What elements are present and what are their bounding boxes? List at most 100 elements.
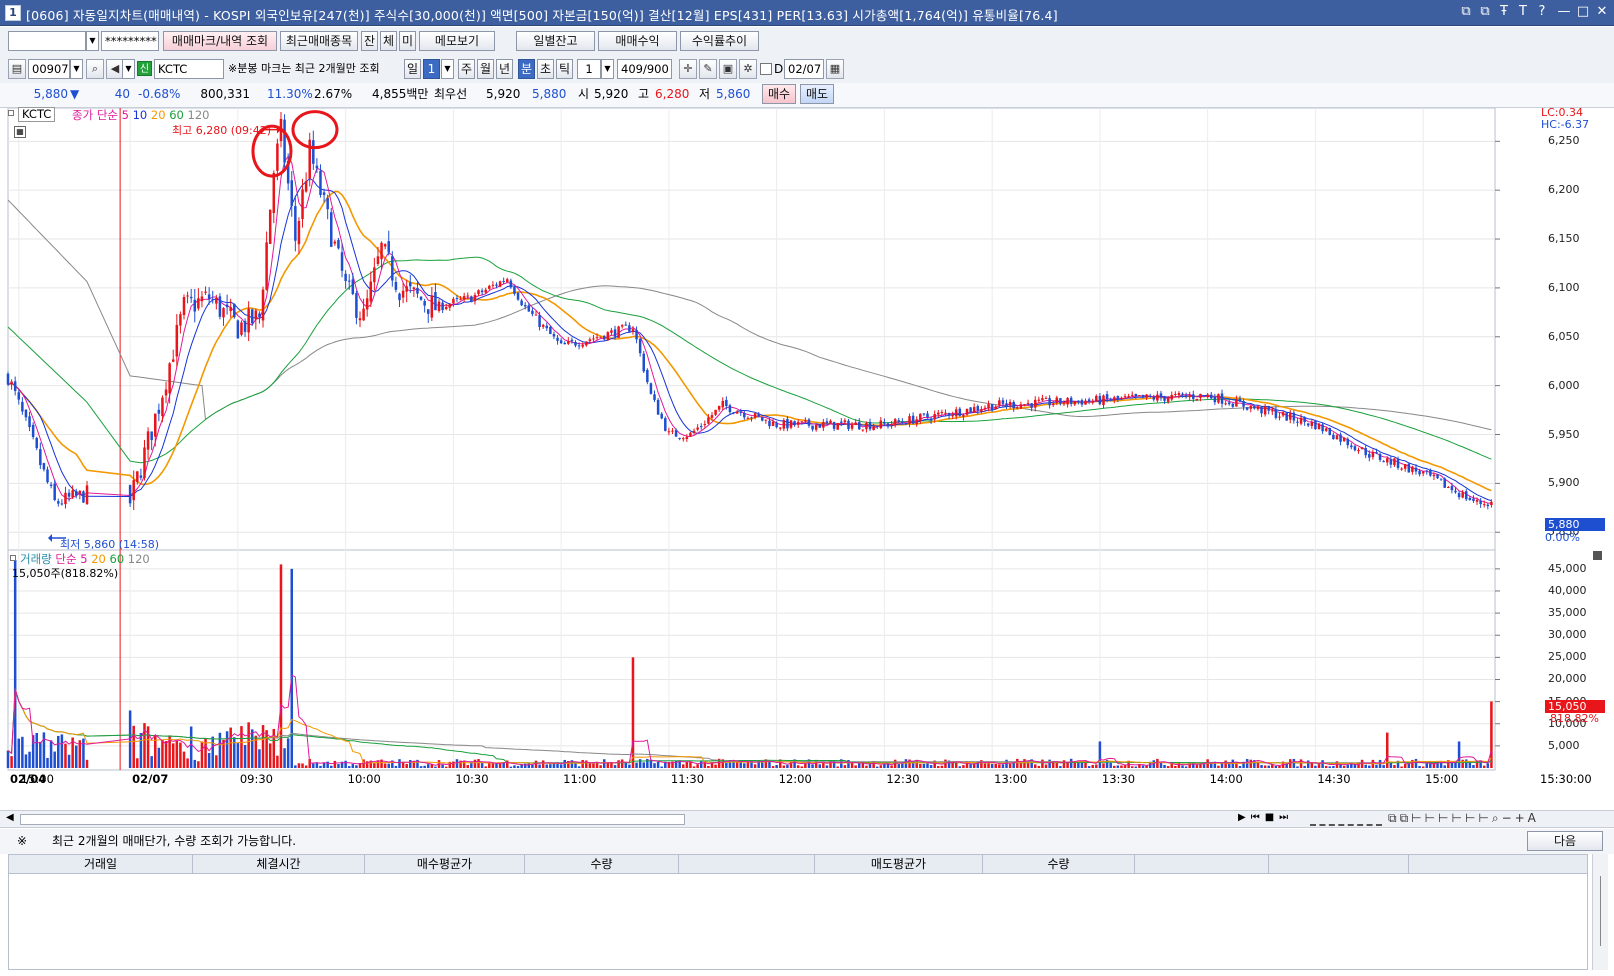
chart-canvas[interactable]	[0, 108, 1614, 808]
gear-icon[interactable]: ✲	[739, 59, 757, 79]
trade-table-body[interactable]	[8, 874, 1588, 970]
font-icon[interactable]: T	[1515, 4, 1531, 20]
password-field[interactable]: *********	[101, 31, 159, 51]
drawing-tools-icon[interactable]: ⧉⧉⊢⊢⊢⊢⊢⊢⌕−+A	[1388, 811, 1539, 826]
chart-area[interactable]: KCTC ▦ 종가 단순 5 10 20 60 120 최고 6,280 (09…	[0, 106, 1614, 808]
stock-code-dropdown-icon[interactable]: ▼	[70, 59, 83, 79]
period-minute-button[interactable]: 분	[518, 59, 535, 79]
interval-dropdown-icon[interactable]: ▼	[601, 59, 614, 79]
calendar-icon[interactable]: ▦	[826, 59, 844, 79]
date-input[interactable]: 02/07	[784, 59, 824, 79]
candle-body	[1447, 487, 1450, 489]
period-week-button[interactable]: 주	[458, 59, 475, 79]
trade-mark-query-button[interactable]: 매매마크/내역 조회	[163, 31, 277, 51]
panel-collapse-icon[interactable]	[8, 110, 14, 116]
table-scrollbar[interactable]	[1592, 854, 1608, 970]
stock-list-icon[interactable]: ▤	[8, 59, 26, 79]
minimize-button[interactable]: —	[1556, 4, 1572, 20]
recent-trade-stocks-button[interactable]: 최근매매종목	[280, 31, 358, 51]
candle-body	[951, 415, 954, 417]
playback-controls-icon[interactable]: ▶⏮■⏭	[1238, 812, 1293, 823]
close-button[interactable]: ✕	[1594, 4, 1610, 20]
table-view-icon[interactable]: ▦	[14, 126, 26, 138]
col-blank-1[interactable]	[679, 855, 815, 873]
legend-vol-ma20[interactable]: 20	[91, 552, 106, 566]
volume-bar	[286, 738, 290, 768]
price-legend[interactable]: 종가 단순 5 10 20 60 120	[72, 107, 209, 123]
tool-icon[interactable]: ✎	[699, 59, 717, 79]
col-buy-qty[interactable]: 수량	[525, 855, 679, 873]
candle-body	[725, 399, 728, 407]
data-count-field[interactable]: 409/900	[617, 59, 672, 79]
maximize-button[interactable]: □	[1575, 4, 1591, 20]
candle-body	[462, 296, 466, 300]
legend-ma10[interactable]: 10	[133, 108, 148, 122]
return-trend-button[interactable]: 수익률추이	[680, 31, 759, 51]
candle-body	[1152, 397, 1156, 400]
speaker-dropdown-icon[interactable]: ▼	[122, 59, 135, 79]
period-month-button[interactable]: 월	[477, 59, 494, 79]
volume-bar	[804, 763, 807, 768]
candle-body	[854, 422, 857, 426]
trade-profit-button[interactable]: 매매수익	[598, 31, 677, 51]
pin-icon[interactable]: Ŧ	[1496, 4, 1512, 20]
sell-button[interactable]: 매도	[800, 84, 834, 104]
col-exec-time[interactable]: 체결시간	[193, 855, 365, 873]
volume-bar	[922, 763, 926, 768]
candle-body	[1192, 394, 1195, 399]
balance-toggle[interactable]: 잔	[361, 31, 378, 51]
col-blank-2[interactable]	[1135, 855, 1269, 873]
volume-bar	[441, 764, 444, 768]
zoom-slider[interactable]	[1310, 812, 1382, 826]
legend-ma120[interactable]: 120	[188, 108, 210, 122]
unexecuted-toggle[interactable]: 미	[399, 31, 416, 51]
candle-body	[728, 405, 732, 413]
legend-ma5[interactable]: 종가 단순 5	[72, 108, 129, 122]
stock-tag[interactable]: KCTC	[18, 107, 56, 122]
memo-view-button[interactable]: 메모보기	[419, 31, 495, 51]
period-second-button[interactable]: 초	[537, 59, 554, 79]
account-input[interactable]	[8, 31, 86, 51]
col-sell-qty[interactable]: 수량	[983, 855, 1135, 873]
account-dropdown-icon[interactable]: ▼	[86, 31, 99, 51]
legend-ma20[interactable]: 20	[151, 108, 166, 122]
volume-bar	[559, 764, 563, 768]
window-number-badge[interactable]: 1	[5, 5, 21, 21]
dock-window-icon[interactable]: ⧉	[1477, 4, 1493, 20]
daily-balance-button[interactable]: 일별잔고	[516, 31, 595, 51]
col-sell-avg[interactable]: 매도평균가	[815, 855, 983, 873]
candle-body	[563, 342, 566, 345]
legend-vol-ma5[interactable]: 단순 5	[55, 552, 87, 566]
period-year-button[interactable]: 년	[496, 59, 513, 79]
volume-panel-close-icon[interactable]	[1593, 551, 1602, 560]
help-icon[interactable]: ?	[1534, 4, 1550, 20]
interval-input[interactable]: 1	[577, 59, 601, 79]
volume-panel-collapse-icon[interactable]	[10, 555, 16, 561]
executed-toggle[interactable]: 체	[380, 31, 397, 51]
search-icon[interactable]: ⌕	[86, 59, 104, 79]
legend-vol-ma60[interactable]: 60	[110, 552, 125, 566]
buy-button[interactable]: 매수	[762, 84, 796, 104]
legend-vol-ma120[interactable]: 120	[128, 552, 150, 566]
period-day-button[interactable]: 일	[404, 59, 421, 79]
date-checkbox[interactable]	[760, 63, 772, 75]
legend-volume[interactable]: 거래량	[20, 552, 52, 566]
candle-body	[624, 324, 628, 326]
day-count-value[interactable]: 1	[423, 59, 440, 79]
legend-ma60[interactable]: 60	[169, 108, 184, 122]
stock-code-input[interactable]: 009070	[28, 59, 70, 79]
candle-body	[434, 292, 437, 311]
crosshair-icon[interactable]: ✛	[679, 59, 697, 79]
stock-name-field[interactable]: KCTC	[154, 59, 224, 79]
scroll-left-icon[interactable]: ◀	[6, 812, 14, 823]
link-window-icon[interactable]: ⧉	[1458, 4, 1474, 20]
col-trade-date[interactable]: 거래일	[9, 855, 193, 873]
period-tick-button[interactable]: 틱	[556, 59, 573, 79]
candle-body	[265, 242, 268, 290]
save-icon[interactable]: ▣	[719, 59, 737, 79]
day-count-dropdown-icon[interactable]: ▼	[441, 59, 454, 79]
scroll-thumb[interactable]	[20, 814, 685, 825]
col-blank-3[interactable]	[1269, 855, 1409, 873]
col-buy-avg[interactable]: 매수평균가	[365, 855, 525, 873]
next-button[interactable]: 다음	[1527, 831, 1603, 851]
